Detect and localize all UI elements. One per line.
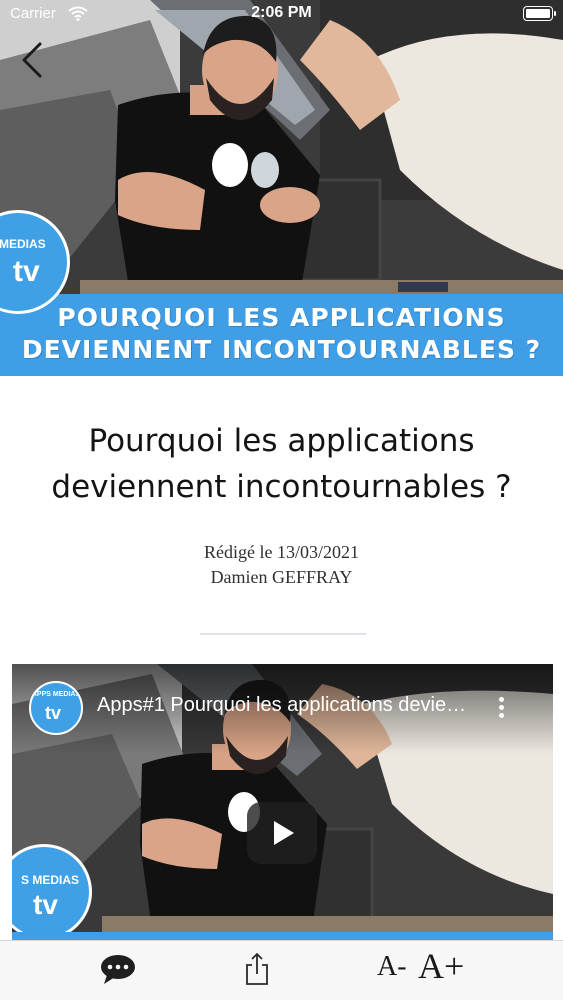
- article-meta: Rédigé le 13/03/2021 Damien GEFFRAY: [0, 540, 563, 590]
- hero-image: POURQUOI LES APPLICATIONS DEVIENNENT INC…: [0, 0, 563, 376]
- article-date: Rédigé le 13/03/2021: [204, 542, 359, 562]
- channel-logo-word: MEDIAS: [0, 237, 46, 251]
- video-channel-avatar[interactable]: APPS MEDIAS tv: [29, 681, 83, 735]
- hero-banner-line1: POURQUOI LES APPLICATIONS: [57, 303, 506, 332]
- video-title[interactable]: Apps#1 Pourquoi les applications devienn…: [97, 694, 477, 717]
- bottom-toolbar: A- A+: [0, 940, 563, 1000]
- play-icon: [274, 821, 294, 845]
- back-button[interactable]: [14, 38, 50, 82]
- share-button[interactable]: [243, 951, 271, 987]
- play-button[interactable]: [247, 802, 317, 864]
- separator: [200, 633, 366, 635]
- status-bar: Carrier 2:06 PM: [0, 0, 563, 30]
- video-embed[interactable]: APPS MEDIAS tv Apps#1 Pourquoi les appli…: [12, 664, 553, 940]
- font-larger-button[interactable]: A+: [418, 945, 464, 989]
- video-banner-strip: [12, 932, 553, 940]
- speech-bubble-icon: [101, 955, 135, 984]
- hero-banner-line2: DEVIENNENT INCONTOURNABLES ?: [21, 335, 542, 364]
- status-time: 2:06 PM: [251, 4, 312, 21]
- video-channel-tv: tv: [45, 703, 62, 723]
- article-author: Damien GEFFRAY: [210, 567, 353, 587]
- article-title-line2: deviennent incontournables ?: [51, 469, 512, 505]
- more-options-icon[interactable]: [495, 694, 507, 724]
- video-logo-tv: tv: [33, 889, 58, 920]
- article-title: Pourquoi les applications deviennent inc…: [0, 418, 563, 510]
- comments-button[interactable]: [98, 954, 138, 986]
- hero-banner-text: POURQUOI LES APPLICATIONS DEVIENNENT INC…: [0, 302, 563, 366]
- channel-logo-tv: tv: [13, 255, 40, 288]
- share-icon: [246, 952, 268, 985]
- video-channel-name: APPS MEDIAS: [31, 691, 81, 698]
- chevron-left-icon: [22, 42, 42, 78]
- battery-icon: [523, 6, 556, 21]
- article-title-line1: Pourquoi les applications: [88, 423, 475, 459]
- font-smaller-button[interactable]: A-: [377, 951, 407, 991]
- video-logo-word: S MEDIAS: [21, 873, 80, 887]
